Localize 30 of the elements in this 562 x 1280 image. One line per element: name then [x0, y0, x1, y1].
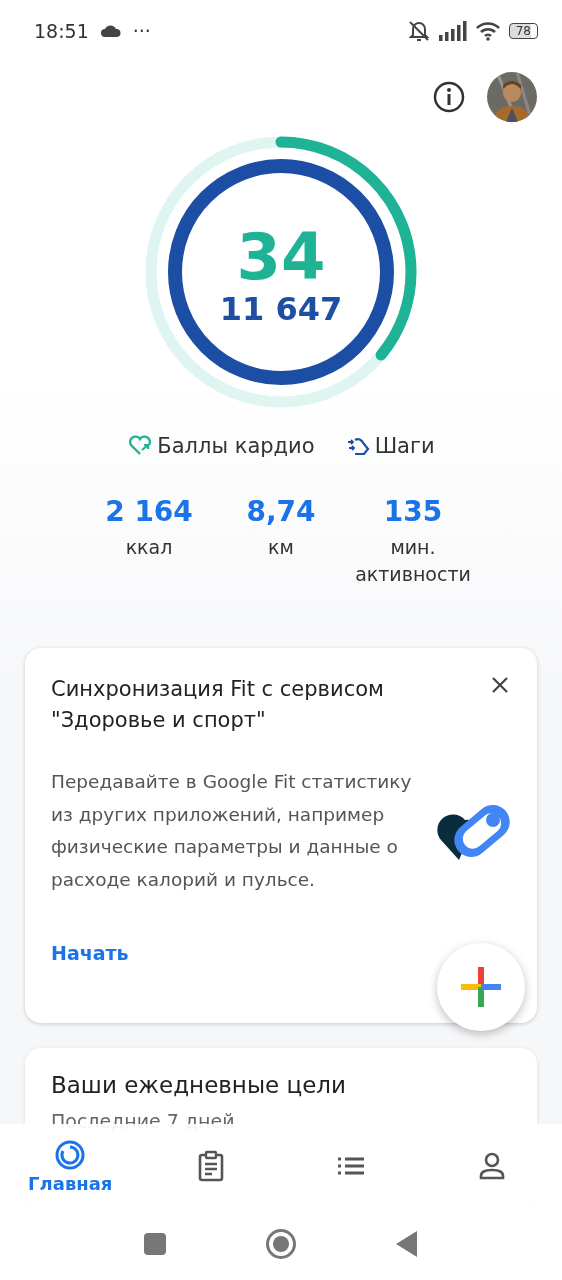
recents-button[interactable] — [143, 1232, 167, 1256]
muted-bell-icon — [406, 20, 431, 42]
legend-label: Баллы кардио — [157, 434, 315, 458]
battery-level: 78 — [508, 23, 538, 39]
stat-unit: км — [268, 535, 294, 560]
signal-icon — [438, 21, 467, 41]
stat-value: 135 — [383, 494, 443, 530]
card-body: Передавайте в Google Fit статистику из других приложений, например физические параметры и данные о расходе калорий и пульсе. — [51, 770, 413, 892]
card-title: Синхронизация Fit с сервисом "Здоровье и спорт" — [51, 676, 385, 734]
add-button[interactable] — [437, 943, 525, 1031]
plus-icon — [461, 967, 501, 1007]
close-icon[interactable] — [491, 676, 509, 694]
cloud-icon — [100, 25, 121, 37]
stat-unit: ккал — [125, 535, 173, 560]
back-button[interactable] — [395, 1230, 419, 1258]
wifi-icon — [474, 21, 501, 41]
stat-unit: мин. активности — [354, 535, 472, 587]
home-ring-icon — [54, 1138, 87, 1171]
legend-label: Шаги — [374, 434, 435, 458]
stat-value: 8,74 — [246, 494, 316, 530]
clock: 18:51 — [34, 20, 89, 42]
heart-points-value: 34 — [236, 224, 326, 290]
notification-overflow: ··· — [132, 20, 151, 42]
stat-value: 2 164 — [105, 494, 193, 530]
card-title: Ваши ежедневные цели — [51, 1072, 347, 1098]
start-link[interactable]: Начать — [51, 942, 129, 964]
avatar[interactable] — [487, 72, 537, 122]
info-icon[interactable] — [433, 81, 465, 113]
home-button[interactable] — [265, 1228, 297, 1260]
steps-value: 11 647 — [219, 290, 343, 328]
